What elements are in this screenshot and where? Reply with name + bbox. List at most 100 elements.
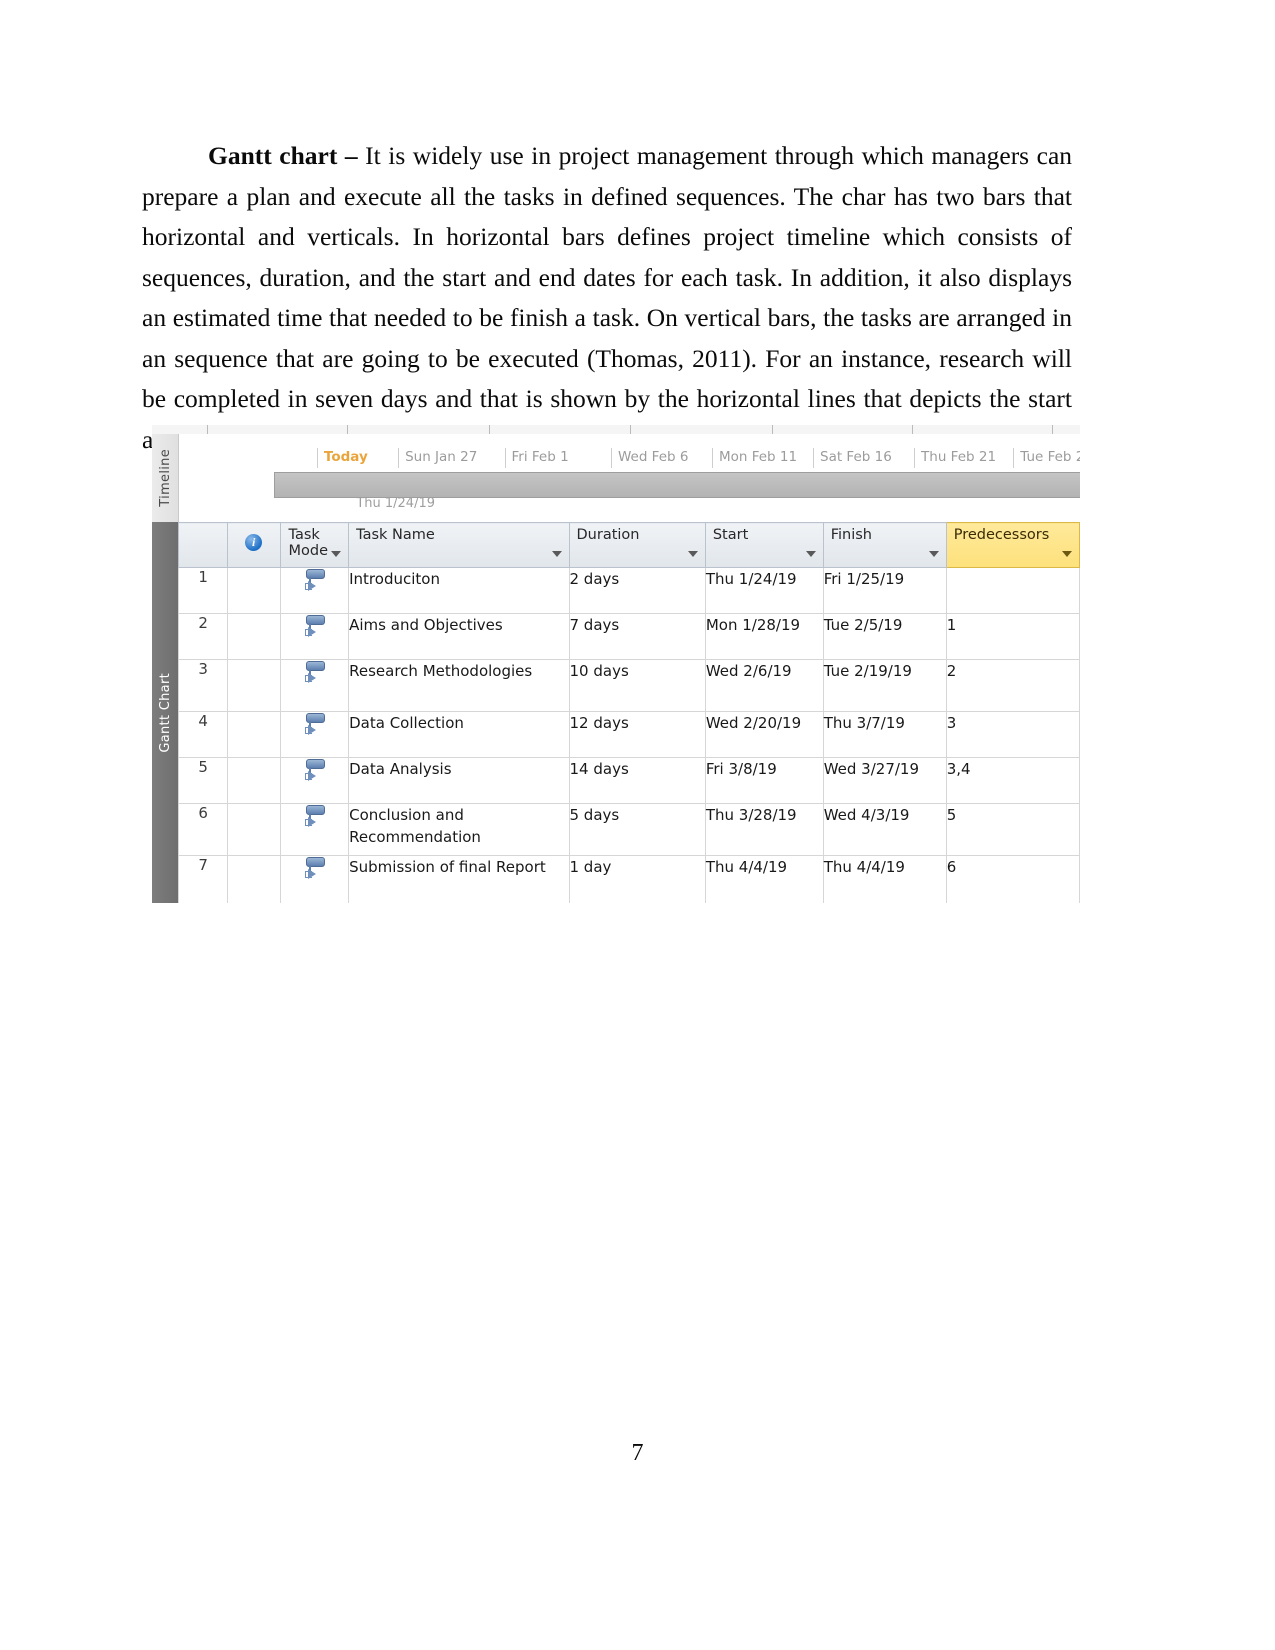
chevron-down-icon[interactable]: [687, 551, 698, 557]
row-start[interactable]: Thu 1/24/19: [704, 567, 824, 614]
column-header-indicators[interactable]: i: [227, 522, 282, 568]
auto-schedule-icon: [303, 614, 327, 640]
table-header-row: i Task Mode Task Name Duration Start Fin…: [178, 522, 1080, 568]
task-table: i Task Mode Task Name Duration Start Fin…: [178, 522, 1080, 903]
ruler-tick: [912, 425, 913, 434]
ruler-tick: [489, 425, 490, 434]
row-duration[interactable]: 1 day: [568, 855, 706, 903]
paragraph-dash: –: [337, 141, 366, 170]
table-row[interactable]: 6 Conclusion and Recommendation 5 days T…: [178, 803, 1080, 856]
column-header-task-mode[interactable]: Task Mode: [280, 522, 350, 568]
row-predecessors[interactable]: [945, 567, 1080, 614]
row-finish[interactable]: Thu 4/4/19: [822, 855, 947, 903]
column-header-task-name[interactable]: Task Name: [348, 522, 570, 568]
timeline-body[interactable]: Today Sun Jan 27 Fri Feb 1 Wed Feb 6 Mon…: [178, 434, 1080, 522]
table-row[interactable]: 3 Research Methodologies 10 days Wed 2/6…: [178, 659, 1080, 712]
ruler-tick: [1052, 425, 1053, 434]
row-start[interactable]: Mon 1/28/19: [704, 613, 824, 660]
row-finish[interactable]: Tue 2/5/19: [822, 613, 947, 660]
timeline-tab-label: Timeline: [157, 449, 173, 507]
row-duration[interactable]: 7 days: [568, 613, 706, 660]
row-finish[interactable]: Fri 1/25/19: [822, 567, 947, 614]
ruler-tick: [630, 425, 631, 434]
row-start[interactable]: Thu 4/4/19: [704, 855, 824, 903]
row-start[interactable]: Thu 3/28/19: [704, 803, 824, 856]
ruler-tick: [347, 425, 348, 434]
timeline-vertical-tab[interactable]: Timeline: [152, 434, 179, 522]
row-duration[interactable]: 10 days: [568, 659, 706, 712]
row-finish[interactable]: Tue 2/19/19: [822, 659, 947, 712]
row-indicators[interactable]: [227, 855, 282, 903]
column-header-start[interactable]: Start: [704, 522, 824, 568]
row-id: 2: [178, 613, 229, 660]
row-start[interactable]: Wed 2/6/19: [704, 659, 824, 712]
row-predecessors[interactable]: 5: [945, 803, 1080, 856]
gantt-grid-area[interactable]: i Task Mode Task Name Duration Start Fin…: [178, 522, 1080, 903]
timeline-tick-wed-feb-6: Wed Feb 6: [610, 448, 688, 468]
timeline-tick-today: Today: [316, 448, 368, 468]
chevron-down-icon[interactable]: [805, 551, 816, 557]
column-header-predecessors[interactable]: Predecessors: [945, 522, 1080, 568]
row-predecessors[interactable]: 3: [945, 711, 1080, 758]
auto-schedule-icon: [303, 660, 327, 686]
row-indicators[interactable]: [227, 711, 282, 758]
row-id: 5: [178, 757, 229, 804]
row-indicators[interactable]: [227, 567, 282, 614]
row-indicators[interactable]: [227, 803, 282, 856]
row-task-name[interactable]: Aims and Objectives: [348, 613, 570, 660]
column-header-id[interactable]: [178, 522, 229, 568]
table-row[interactable]: 2 Aims and Objectives 7 days Mon 1/28/19…: [178, 613, 1080, 660]
auto-schedule-icon: [303, 856, 327, 882]
column-header-finish[interactable]: Finish: [822, 522, 947, 568]
row-start[interactable]: Fri 3/8/19: [704, 757, 824, 804]
row-duration[interactable]: 12 days: [568, 711, 706, 758]
column-header-duration[interactable]: Duration: [568, 522, 706, 568]
row-start[interactable]: Wed 2/20/19: [704, 711, 824, 758]
table-row[interactable]: 7 Submission of final Report 1 day Thu 4…: [178, 855, 1080, 903]
row-predecessors[interactable]: 6: [945, 855, 1080, 903]
row-task-mode[interactable]: [280, 803, 350, 856]
row-task-name[interactable]: Research Methodologies: [348, 659, 570, 712]
row-finish[interactable]: Wed 3/27/19: [822, 757, 947, 804]
auto-schedule-icon: [303, 568, 327, 594]
timeline-tick-mon-feb-11: Mon Feb 11: [711, 448, 797, 468]
row-indicators[interactable]: [227, 659, 282, 712]
row-finish[interactable]: Thu 3/7/19: [822, 711, 947, 758]
row-predecessors[interactable]: 1: [945, 613, 1080, 660]
row-duration[interactable]: 5 days: [568, 803, 706, 856]
chevron-down-icon[interactable]: [1062, 551, 1072, 557]
row-duration[interactable]: 14 days: [568, 757, 706, 804]
row-indicators[interactable]: [227, 757, 282, 804]
row-predecessors[interactable]: 2: [945, 659, 1080, 712]
timeline-span-bar[interactable]: [274, 472, 1080, 498]
row-task-name[interactable]: Data Analysis: [348, 757, 570, 804]
row-task-name[interactable]: Introduciton: [348, 567, 570, 614]
auto-schedule-icon: [303, 804, 327, 830]
chevron-down-icon[interactable]: [331, 551, 342, 557]
column-header-task-mode-label: Task Mode: [288, 527, 328, 559]
row-task-name[interactable]: Conclusion and Recommendation: [348, 803, 570, 856]
row-id: 3: [178, 659, 229, 712]
chevron-down-icon[interactable]: [928, 551, 939, 557]
row-duration[interactable]: 2 days: [568, 567, 706, 614]
row-task-mode[interactable]: [280, 711, 350, 758]
gantt-vertical-tab[interactable]: Gantt Chart: [152, 522, 178, 903]
row-task-name[interactable]: Data Collection: [348, 711, 570, 758]
table-row[interactable]: 1 Introduciton 2 days Thu 1/24/19 Fri 1/…: [178, 567, 1080, 614]
row-finish[interactable]: Wed 4/3/19: [822, 803, 947, 856]
row-id: 6: [178, 803, 229, 856]
row-predecessors[interactable]: 3,4: [945, 757, 1080, 804]
paragraph-lead-bold: Gantt chart: [208, 141, 338, 170]
chevron-down-icon[interactable]: [551, 551, 562, 557]
row-indicators[interactable]: [227, 613, 282, 660]
row-task-mode[interactable]: [280, 757, 350, 804]
table-row[interactable]: 4 Data Collection 12 days Wed 2/20/19 Th…: [178, 711, 1080, 758]
body-paragraph: Gantt chart – It is widely use in projec…: [142, 136, 1072, 460]
row-task-mode[interactable]: [280, 659, 350, 712]
row-task-mode[interactable]: [280, 613, 350, 660]
row-task-name[interactable]: Submission of final Report: [348, 855, 570, 903]
row-task-mode[interactable]: [280, 855, 350, 903]
timeline-tick-thu-feb-21: Thu Feb 21: [914, 448, 996, 468]
row-task-mode[interactable]: [280, 567, 350, 614]
table-row[interactable]: 5 Data Analysis 14 days Fri 3/8/19 Wed 3…: [178, 757, 1080, 804]
